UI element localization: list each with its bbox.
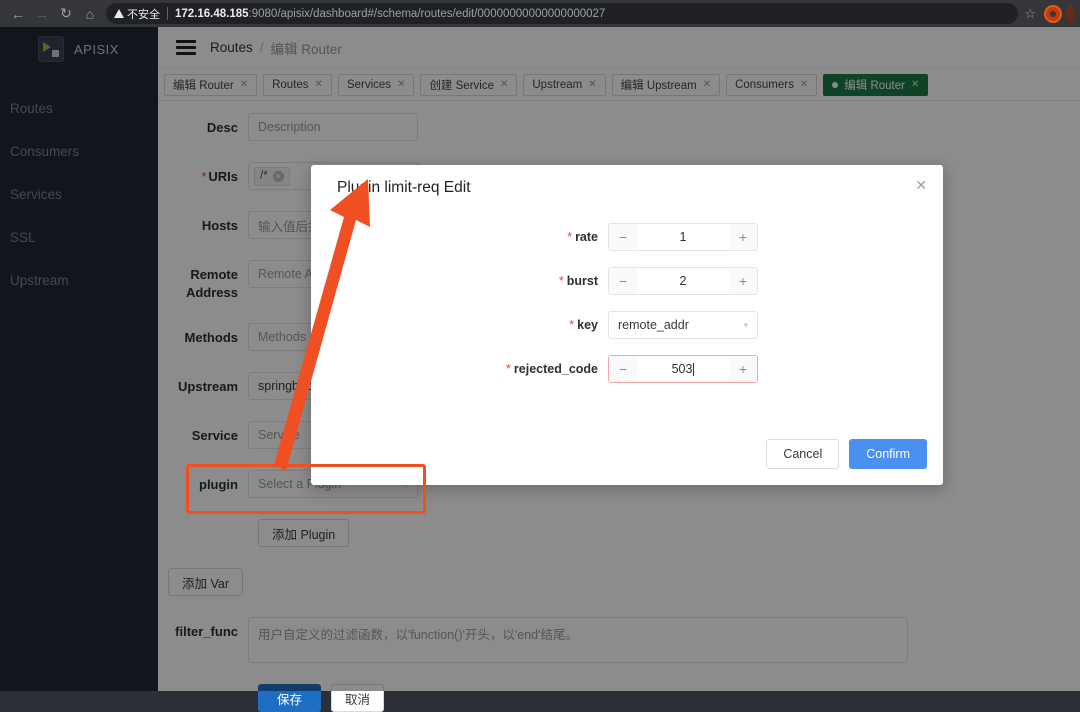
key-label: *key bbox=[311, 318, 608, 332]
security-label: 不安全 bbox=[127, 6, 160, 22]
chevron-down-icon: ▾ bbox=[743, 320, 748, 331]
rejected-code-stepper[interactable]: − 503 + bbox=[608, 355, 758, 383]
avatar[interactable] bbox=[1044, 5, 1062, 23]
dialog-title: Plugin limit-req Edit bbox=[337, 179, 471, 197]
dialog-row-key: *key remote_addr ▾ bbox=[311, 311, 943, 339]
rejected-code-label: *rejected_code bbox=[311, 362, 608, 376]
rate-input[interactable]: 1 bbox=[637, 224, 729, 250]
rate-decrement-button[interactable]: − bbox=[609, 224, 637, 250]
key-label-text: key bbox=[577, 318, 598, 332]
key-select[interactable]: remote_addr ▾ bbox=[608, 311, 758, 339]
rejected-code-label-text: rejected_code bbox=[514, 362, 598, 376]
back-icon[interactable]: ← bbox=[6, 2, 30, 26]
forward-icon[interactable]: → bbox=[30, 2, 54, 26]
profile-edge-icon bbox=[1066, 5, 1074, 23]
required-marker: * bbox=[506, 362, 511, 376]
rate-label: *rate bbox=[311, 230, 608, 244]
burst-label: *burst bbox=[311, 274, 608, 288]
url-path: :9080/apisix/dashboard#/schema/routes/ed… bbox=[249, 8, 606, 20]
address-bar[interactable]: 不安全 172.16.48.185:9080/apisix/dashboard#… bbox=[106, 3, 1018, 24]
burst-input[interactable]: 2 bbox=[637, 268, 729, 294]
dialog-row-burst: *burst − 2 + bbox=[311, 267, 943, 295]
url-text: 172.16.48.185:9080/apisix/dashboard#/sch… bbox=[175, 8, 1010, 20]
burst-label-text: burst bbox=[567, 274, 598, 288]
rate-increment-button[interactable]: + bbox=[729, 224, 757, 250]
required-marker: * bbox=[567, 230, 572, 244]
dialog-cancel-button[interactable]: Cancel bbox=[766, 439, 839, 469]
rejected-code-decrement-button[interactable]: − bbox=[609, 356, 637, 382]
plugin-edit-dialog: Plugin limit-req Edit ✕ *rate − 1 + *bur… bbox=[311, 165, 943, 485]
required-marker: * bbox=[569, 318, 574, 332]
browser-toolbar: ← → ↻ ⌂ 不安全 172.16.48.185:9080/apisix/da… bbox=[0, 0, 1080, 27]
dialog-row-rate: *rate − 1 + bbox=[311, 223, 943, 251]
rate-stepper[interactable]: − 1 + bbox=[608, 223, 758, 251]
rejected-code-increment-button[interactable]: + bbox=[729, 356, 757, 382]
omnibox-divider bbox=[167, 7, 168, 20]
dialog-body: *rate − 1 + *burst − 2 + bbox=[311, 223, 943, 399]
star-icon[interactable]: ☆ bbox=[1024, 6, 1036, 22]
warning-triangle-icon bbox=[114, 9, 124, 18]
close-icon[interactable]: ✕ bbox=[915, 177, 927, 194]
burst-increment-button[interactable]: + bbox=[729, 268, 757, 294]
text-cursor bbox=[693, 363, 694, 376]
rate-label-text: rate bbox=[575, 230, 598, 244]
dialog-footer: Cancel Confirm bbox=[766, 439, 927, 469]
url-host: 172.16.48.185 bbox=[175, 8, 249, 20]
reload-icon[interactable]: ↻ bbox=[54, 2, 78, 26]
home-icon[interactable]: ⌂ bbox=[78, 2, 102, 26]
app-shell: APISIX Routes Consumers Services SSL Ups… bbox=[0, 27, 1080, 691]
rejected-code-input[interactable]: 503 bbox=[637, 356, 729, 382]
dialog-confirm-button[interactable]: Confirm bbox=[849, 439, 927, 469]
dialog-row-rejected-code: *rejected_code − 503 + bbox=[311, 355, 943, 383]
burst-stepper[interactable]: − 2 + bbox=[608, 267, 758, 295]
security-warning[interactable]: 不安全 bbox=[114, 6, 160, 22]
key-select-value: remote_addr bbox=[618, 318, 689, 332]
required-marker: * bbox=[559, 274, 564, 288]
rejected-code-value: 503 bbox=[672, 362, 693, 376]
burst-decrement-button[interactable]: − bbox=[609, 268, 637, 294]
